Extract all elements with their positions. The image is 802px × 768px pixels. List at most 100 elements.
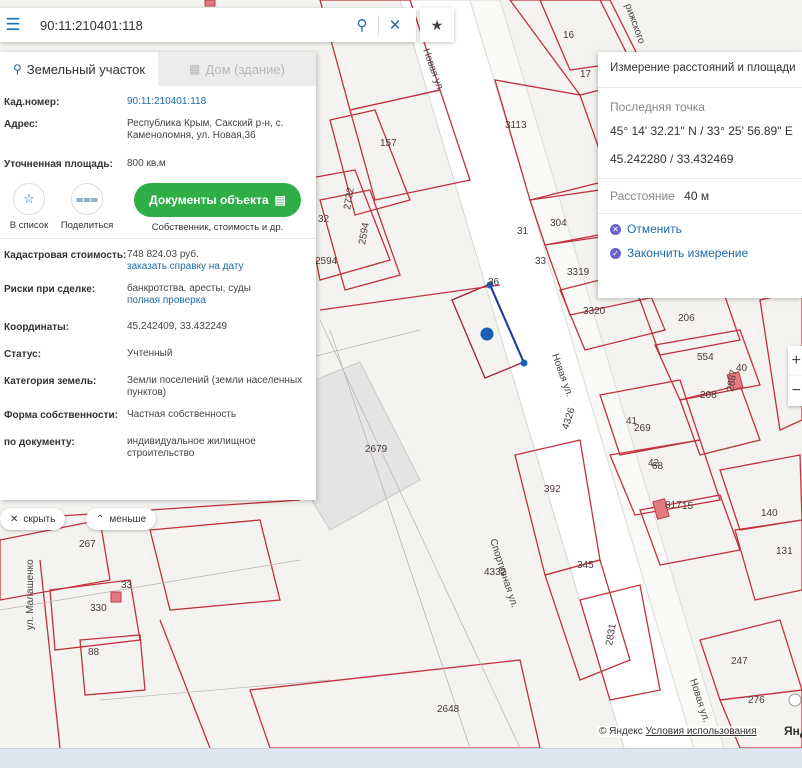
field-label: Категория земель: — [4, 376, 97, 387]
parcel-number-label: 330 — [90, 603, 107, 614]
field-label: Адрес: — [4, 119, 38, 130]
finish-measure-button[interactable]: ✓ Закончить измерение — [598, 246, 802, 260]
field-value: Частная собственность — [127, 409, 237, 420]
full-check-link[interactable]: полная проверка — [127, 295, 312, 307]
field-land-category: Категория земель: Земли поселений (земли… — [0, 375, 316, 399]
parcel-number-label: 131 — [776, 546, 793, 557]
field-label: Форма собственности: — [4, 410, 118, 421]
field-risks: Риски при сделке: банкротства, аресты, с… — [0, 283, 316, 307]
last-point-decimal: 45.242280 / 33.432469 — [610, 152, 734, 166]
parcel-number-label: 3320 — [583, 306, 606, 317]
field-coordinates: Координаты: 45.242409, 33.432249 — [0, 321, 316, 334]
hide-label: скрыть — [23, 513, 56, 525]
zoom-out-button[interactable]: − — [788, 376, 802, 406]
parcel-number-label: 16 — [563, 30, 575, 41]
parcel-number-label: 33 — [121, 580, 133, 591]
documents-subtitle: Собственник, стоимость и др. — [151, 222, 284, 233]
map-attribution: © Яндекс Условия использования — [597, 726, 759, 737]
field-value: Учтенный — [127, 348, 173, 359]
parcel-number-label: 88 — [88, 647, 100, 658]
document-icon: ▤ — [274, 193, 286, 207]
action-bar: ☆ В список ⩶ Поделиться Документы объект… — [0, 183, 316, 239]
field-cadastral-number: Кад.номер: 90:11:210401:118 — [0, 96, 316, 109]
less-button[interactable]: ⌃ меньше — [86, 508, 157, 530]
field-ownership: Форма собственности: Частная собственнос… — [0, 409, 316, 422]
add-to-list-label: В список — [9, 220, 49, 231]
tab-building-label: Дом (здание) — [205, 61, 285, 77]
tab-building[interactable]: ▦ Дом (здание) — [158, 52, 316, 86]
documents-button-label: Документы объекта — [149, 193, 269, 207]
star-icon[interactable]: ★ — [420, 8, 454, 42]
field-status: Статус: Учтенный — [0, 348, 316, 361]
field-by-document: по документу: индивидуальное жилищное ст… — [0, 436, 316, 460]
cancel-measure-button[interactable]: ✕ Отменить — [598, 222, 802, 236]
parcel-number-label: 157 — [380, 138, 397, 149]
measurement-title: Измерение расстояний и площади — [598, 52, 802, 88]
cancel-label: Отменить — [627, 222, 682, 236]
measurement-panel: Измерение расстояний и площади Последняя… — [598, 52, 802, 298]
parcel-number-label: 2594 — [315, 256, 338, 267]
cancel-icon: ✕ — [610, 223, 621, 235]
field-area: Уточненная площадь: 800 кв.м — [0, 158, 316, 171]
field-address: Адрес: Республика Крым, Сакский р-н, с. … — [0, 118, 316, 142]
close-icon[interactable]: ✕ — [379, 8, 411, 42]
distance-value: 40 м — [684, 189, 710, 203]
parcel-number-label: 817 — [665, 500, 682, 511]
field-label: Риски при сделке: — [4, 284, 96, 295]
search-icon[interactable]: ⚲ — [346, 8, 378, 42]
terms-link[interactable]: Условия использования — [646, 726, 757, 737]
field-label: Кад.номер: — [4, 97, 60, 108]
share-icon: ⩶ — [71, 183, 103, 215]
copyright-text: © Яндекс — [599, 726, 643, 737]
distance-label: Расстояние — [610, 189, 675, 203]
search-input[interactable] — [26, 9, 346, 41]
street-name-label: ул. Малашенко — [25, 559, 36, 630]
parcel-number-label: 32 — [318, 214, 330, 225]
share-button[interactable]: ⩶ Поделиться — [58, 183, 116, 231]
field-value: индивидуальное жилищное строительство — [127, 436, 256, 459]
parcel-number-label: 17 — [580, 69, 592, 80]
parcel-number-label: 140 — [761, 508, 778, 519]
object-info-panel: ⚲ Земельный участок ▦ Дом (здание) Кад.н… — [0, 52, 316, 500]
star-outline-icon: ☆ — [13, 183, 45, 215]
divider — [598, 213, 802, 214]
hide-button[interactable]: ✕ скрыть — [0, 508, 66, 530]
tab-land-plot[interactable]: ⚲ Земельный участок — [0, 52, 158, 86]
field-value: Республика Крым, Сакский р-н, с. Каменол… — [127, 118, 284, 141]
measure-point-end — [520, 359, 528, 367]
cadastral-number-link[interactable]: 90:11:210401:118 — [127, 96, 312, 109]
parcel-number-label: 304 — [550, 218, 567, 229]
order-certificate-link[interactable]: заказать справку на дату — [127, 261, 312, 273]
parcel-number-label: 36 — [488, 277, 500, 288]
menu-icon[interactable]: ☰ — [0, 8, 26, 42]
less-label: меньше — [109, 513, 147, 525]
zoom-in-button[interactable]: + — [788, 346, 802, 376]
parcel-number-label: 345 — [577, 560, 594, 571]
last-point-label: Последняя точка — [610, 100, 705, 114]
check-icon: ✓ — [610, 247, 621, 259]
parcel-number-label: 15 — [682, 501, 694, 512]
add-to-list-button[interactable]: ☆ В список — [0, 183, 58, 231]
field-label: Уточненная площадь: — [4, 159, 113, 170]
field-value: 800 кв.м — [127, 158, 166, 169]
yandex-logo: Янде — [784, 724, 802, 738]
parcel-number-label: 68 — [652, 461, 664, 472]
parcel-number-label: 2679 — [365, 444, 388, 455]
field-cadastral-value: Кадастровая стоимость: 748 824.03 руб. з… — [0, 249, 316, 273]
distance-row: Расстояние 40 м — [598, 179, 802, 203]
field-value: 748 824.03 руб. — [127, 249, 199, 260]
parcel-number-label: 208 — [700, 390, 717, 401]
parcel-number-label: 269 — [634, 423, 651, 434]
parcel-marker — [480, 327, 494, 341]
field-label: по документу: — [4, 437, 75, 448]
documents-button[interactable]: Документы объекта ▤ — [134, 183, 301, 217]
field-value: банкротства, аресты, суды — [127, 283, 251, 294]
close-icon: ✕ — [10, 513, 19, 525]
field-label: Координаты: — [4, 322, 70, 333]
finish-label: Закончить измерение — [627, 246, 749, 260]
documents-block: Документы объекта ▤ Собственник, стоимос… — [134, 183, 301, 233]
parcel-number-label: 247 — [731, 656, 748, 667]
last-point-dms: 45° 14' 32.21" N / 33° 25' 56.89" E — [610, 124, 793, 138]
parcel-number-label: 276 — [748, 695, 765, 706]
parcel-number-label: 31 — [517, 226, 529, 237]
